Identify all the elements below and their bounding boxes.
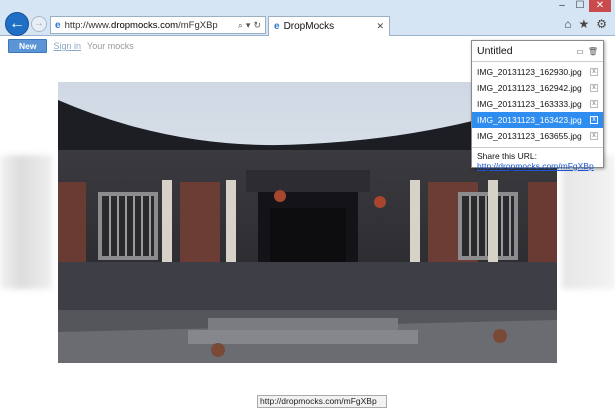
file-item[interactable]: IMG_20131123_163655.jpg x xyxy=(472,128,603,144)
file-name: IMG_20131123_163423.jpg xyxy=(477,115,582,125)
maximize-icon[interactable]: ☐ xyxy=(571,0,589,12)
back-button[interactable]: ← xyxy=(5,12,29,36)
mock-file-panel: Untitled ▭ 🗑 IMG_20131123_162930.jpg x I… xyxy=(471,40,604,171)
close-window-icon[interactable]: ✕ xyxy=(589,0,611,12)
tab-dropmocks[interactable]: e DropMocks ✕ xyxy=(268,16,390,36)
file-item[interactable]: IMG_20131123_162930.jpg x xyxy=(472,64,603,80)
url-path: /mFgXBp xyxy=(178,19,218,31)
file-item[interactable]: IMG_20131123_162942.jpg x xyxy=(472,80,603,96)
ie-logo-icon: e xyxy=(55,19,61,31)
previous-image-preview[interactable] xyxy=(0,155,52,289)
home-icon[interactable]: ⌂ xyxy=(564,17,571,31)
settings-gear-icon[interactable]: ⚙ xyxy=(596,17,607,31)
share-section: Share this URL: http://dropmocks.com/mFg… xyxy=(472,147,603,171)
favorites-star-icon[interactable]: ★ xyxy=(578,17,589,31)
mock-title[interactable]: Untitled xyxy=(477,45,572,57)
search-icon[interactable]: ⌕ xyxy=(238,20,243,31)
arrow-right-icon: → xyxy=(34,18,44,29)
file-list: IMG_20131123_162930.jpg x IMG_20131123_1… xyxy=(472,62,603,144)
ie-logo-icon: e xyxy=(274,21,280,32)
trash-icon[interactable]: 🗑 xyxy=(588,47,598,56)
browser-tools: ⌂ ★ ⚙ xyxy=(564,17,607,31)
file-name: IMG_20131123_163655.jpg xyxy=(477,131,582,141)
remove-file-icon[interactable]: x xyxy=(590,116,598,124)
file-name: IMG_20131123_163333.jpg xyxy=(477,99,582,109)
remove-file-icon[interactable]: x xyxy=(590,68,598,76)
dropdown-icon[interactable]: ▾ xyxy=(246,20,251,31)
url-domain: dropmocks.com xyxy=(111,19,179,31)
tab-label: DropMocks xyxy=(283,21,335,32)
arrow-left-icon: ← xyxy=(9,15,25,32)
window-controls: – ☐ ✕ xyxy=(553,0,611,12)
status-url-tooltip: http://dropmocks.com/mFgXBp xyxy=(257,395,387,408)
new-button[interactable]: New xyxy=(8,39,48,53)
top-nav: New Sign in Your mocks xyxy=(8,39,134,53)
remove-file-icon[interactable]: x xyxy=(590,84,598,92)
address-bar[interactable]: e http://www.dropmocks.com/mFgXBp ⌕ ▾ ↻ xyxy=(50,16,266,34)
refresh-icon[interactable]: ↻ xyxy=(253,20,261,31)
file-name: IMG_20131123_162930.jpg xyxy=(477,67,582,77)
share-label: Share this URL: xyxy=(477,151,537,161)
share-url-link[interactable]: http://dropmocks.com/mFgXBp xyxy=(477,161,598,171)
close-tab-icon[interactable]: ✕ xyxy=(376,21,384,32)
minimize-icon[interactable]: – xyxy=(553,0,571,12)
remove-file-icon[interactable]: x xyxy=(590,100,598,108)
your-mocks-link[interactable]: Your mocks xyxy=(87,41,134,51)
browser-chrome: – ☐ ✕ ← → e http://www.dropmocks.com/mFg… xyxy=(0,0,615,36)
file-name: IMG_20131123_162942.jpg xyxy=(477,83,582,93)
address-url[interactable]: http://www.dropmocks.com/mFgXBp xyxy=(65,20,235,31)
minimize-panel-icon[interactable]: ▭ xyxy=(576,47,584,56)
sign-in-link[interactable]: Sign in xyxy=(53,41,81,51)
url-scheme: http://www. xyxy=(64,19,112,31)
remove-file-icon[interactable]: x xyxy=(590,132,598,140)
panel-header: Untitled ▭ 🗑 xyxy=(472,41,603,62)
next-image-preview[interactable] xyxy=(562,155,615,289)
file-item[interactable]: IMG_20131123_163333.jpg x xyxy=(472,96,603,112)
file-item-selected[interactable]: IMG_20131123_163423.jpg x xyxy=(472,112,603,128)
forward-button[interactable]: → xyxy=(31,16,47,32)
